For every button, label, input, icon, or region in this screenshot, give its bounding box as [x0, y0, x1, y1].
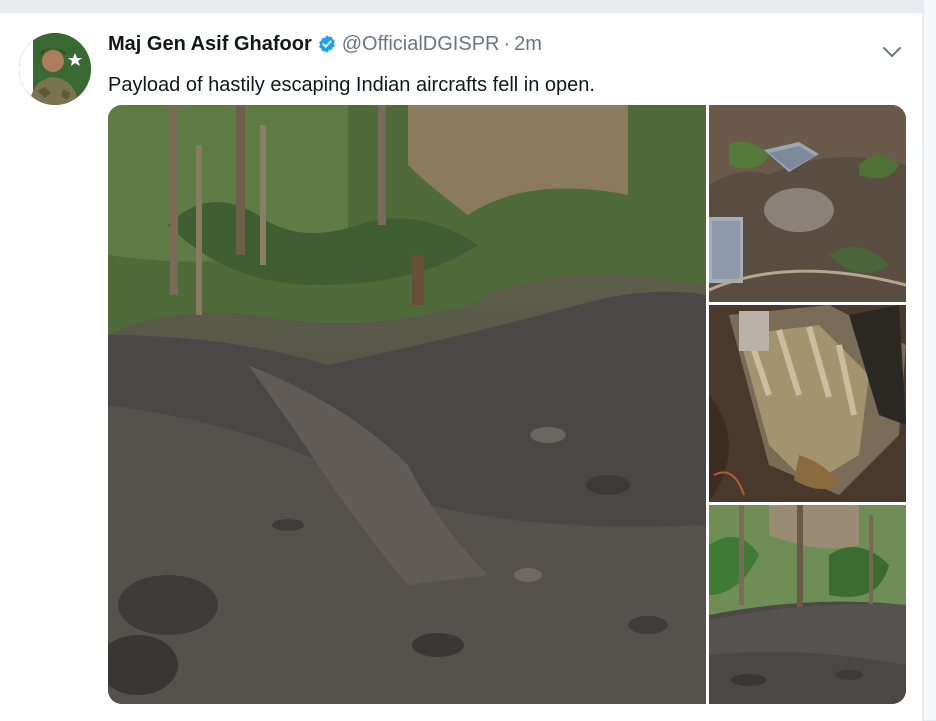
- tweet-card[interactable]: Maj Gen Asif Ghafoor @OfficialDGISPR · 2…: [0, 12, 922, 721]
- scrollbar-track[interactable]: [924, 0, 936, 720]
- separator-dot: ·: [503, 32, 511, 55]
- tweet-text: Payload of hastily escaping Indian aircr…: [108, 74, 595, 96]
- photo-3[interactable]: [709, 305, 906, 502]
- author-handle[interactable]: @OfficialDGISPR: [342, 33, 500, 56]
- photo-2[interactable]: [709, 105, 906, 302]
- author-avatar[interactable]: [19, 33, 91, 105]
- media-grid: [108, 105, 906, 704]
- tweet-timestamp[interactable]: 2m: [514, 33, 542, 56]
- author-name[interactable]: Maj Gen Asif Ghafoor: [108, 33, 312, 56]
- photo-1[interactable]: [108, 105, 706, 704]
- avatar-image: [19, 33, 91, 105]
- photo-4[interactable]: [709, 505, 906, 704]
- verified-badge-icon: [317, 34, 337, 54]
- tweet-header: Maj Gen Asif Ghafoor @OfficialDGISPR · 2…: [108, 31, 542, 57]
- chevron-down-icon[interactable]: [880, 44, 904, 60]
